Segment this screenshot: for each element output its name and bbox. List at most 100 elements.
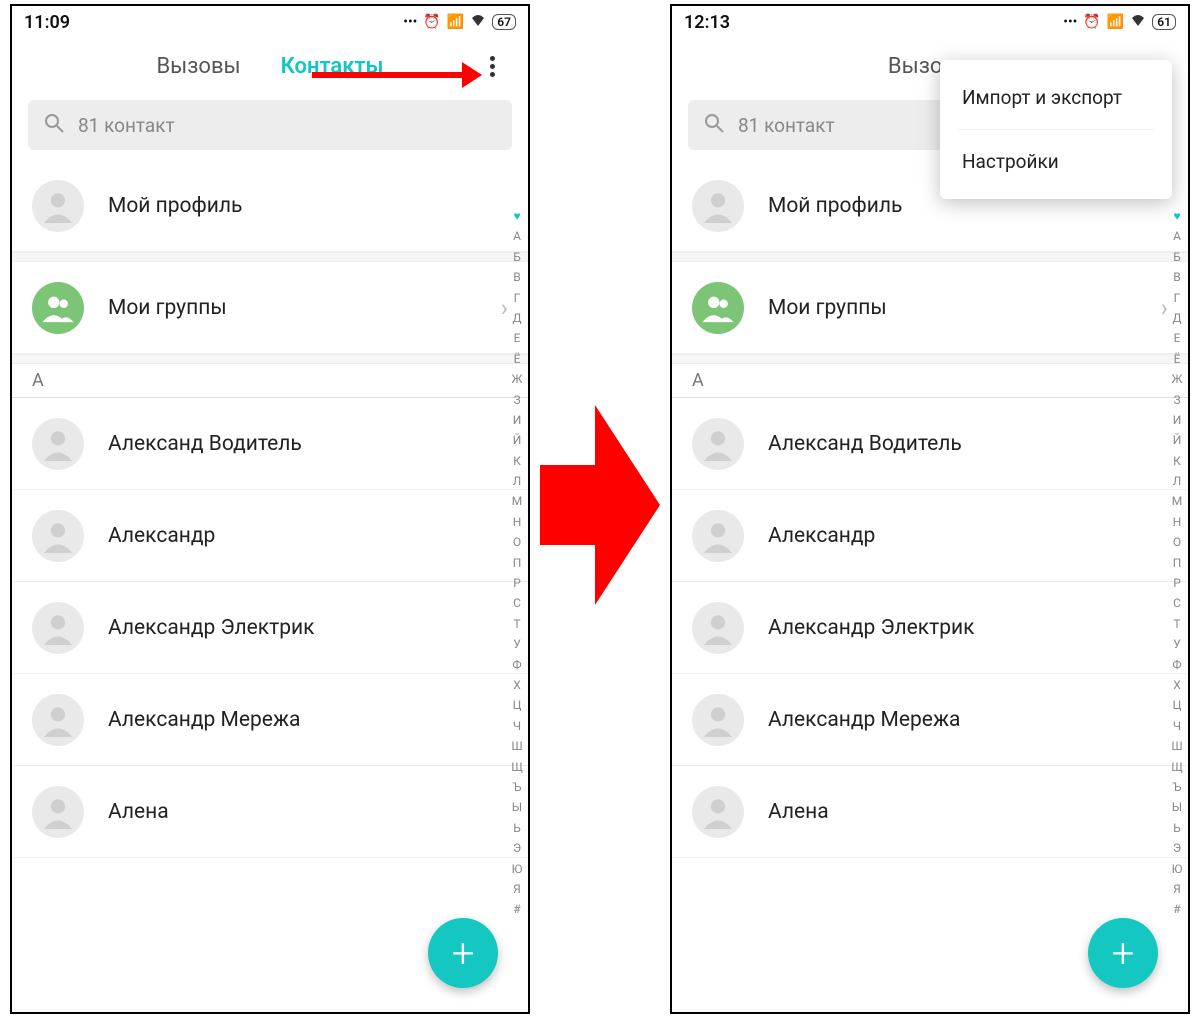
index-letter[interactable]: Х (513, 675, 521, 695)
index-letter[interactable]: М (1172, 491, 1182, 511)
index-letter[interactable]: Ш (511, 736, 522, 756)
heart-icon: ♥ (1173, 206, 1180, 226)
index-letter[interactable]: Ф (1172, 655, 1181, 675)
index-letter[interactable]: Л (1173, 471, 1182, 491)
index-letter[interactable]: В (513, 267, 520, 287)
index-letter[interactable]: Р (513, 573, 521, 593)
contact-row[interactable]: Алена (12, 766, 528, 858)
index-letter[interactable]: Ч (1173, 716, 1181, 736)
my-groups-row[interactable]: Мои группы › (672, 262, 1188, 354)
index-letter[interactable]: З (513, 390, 520, 410)
index-letter[interactable]: А (513, 226, 521, 246)
index-letter[interactable]: Ц (513, 695, 522, 715)
index-letter[interactable]: Ь (513, 818, 521, 838)
plus-icon: + (452, 930, 475, 977)
index-letter[interactable]: К (513, 451, 521, 471)
index-letter[interactable]: К (1173, 451, 1181, 471)
my-groups-row[interactable]: Мои группы › (12, 262, 528, 354)
index-letter[interactable]: Й (1173, 430, 1182, 450)
index-letter[interactable]: Н (513, 512, 522, 532)
index-letter[interactable]: П (513, 553, 522, 573)
index-letter[interactable]: Ф (512, 655, 521, 675)
contact-row[interactable]: Александр (12, 490, 528, 582)
index-letter[interactable]: Р (1173, 573, 1181, 593)
index-letter[interactable]: У (1173, 634, 1181, 654)
menu-import-export[interactable]: Импорт и экспорт (940, 66, 1172, 129)
index-letter[interactable]: Ч (513, 716, 521, 736)
menu-settings[interactable]: Настройки (940, 130, 1172, 193)
index-letter[interactable]: М (512, 491, 522, 511)
index-letter[interactable]: Г (1174, 288, 1181, 308)
battery-indicator: 67 (492, 14, 516, 30)
index-letter[interactable]: Щ (1171, 757, 1183, 777)
contact-row[interactable]: Александр Мережа (12, 674, 528, 766)
index-letter[interactable]: О (1173, 532, 1181, 552)
index-letter[interactable]: Ж (1172, 369, 1183, 389)
index-letter[interactable]: Х (1173, 675, 1181, 695)
index-letter[interactable]: Э (513, 838, 521, 858)
index-letter[interactable]: Ь (1173, 818, 1181, 838)
index-letter[interactable]: Щ (511, 757, 523, 777)
avatar-icon (692, 180, 744, 232)
index-letter[interactable]: Ъ (512, 777, 521, 797)
index-letter[interactable]: И (1173, 410, 1182, 430)
contact-row[interactable]: Александр (672, 490, 1188, 582)
contact-row[interactable]: Александр Электрик (672, 582, 1188, 674)
index-letter[interactable]: Ё (514, 349, 521, 369)
index-letter[interactable]: О (513, 532, 521, 552)
tab-calls[interactable]: Вызовы (156, 54, 240, 79)
index-letter[interactable]: С (1173, 593, 1181, 613)
index-letter[interactable]: Ъ (1172, 777, 1181, 797)
index-letter[interactable]: Ц (1173, 695, 1182, 715)
contact-row[interactable]: Александ Водитель (672, 398, 1188, 490)
index-letter[interactable]: В (1173, 267, 1180, 287)
index-letter[interactable]: Т (1173, 614, 1180, 634)
index-rail[interactable]: ♥ АБВГДЕЁЖЗИЙКЛМНОПРСТУФХЦЧШЩЪЫЬЭЮЯ# (1170, 206, 1184, 920)
index-letter[interactable]: Е (1174, 328, 1181, 348)
contact-name: Александр Электрик (768, 616, 974, 640)
index-letter[interactable]: Г (514, 288, 521, 308)
add-contact-fab[interactable]: + (428, 918, 498, 988)
index-letter[interactable]: Е (514, 328, 521, 348)
index-letter[interactable]: Н (1173, 512, 1182, 532)
index-letter[interactable]: Ш (1171, 736, 1182, 756)
index-letter[interactable]: Б (513, 247, 521, 267)
index-letter[interactable]: Д (1172, 308, 1181, 328)
index-letter[interactable]: # (513, 899, 520, 919)
contact-row[interactable]: Алена (672, 766, 1188, 858)
my-profile-row[interactable]: Мой профиль (12, 160, 528, 252)
index-letter[interactable]: З (1173, 390, 1180, 410)
index-letter[interactable]: Б (1173, 247, 1181, 267)
index-letter[interactable]: Ы (512, 797, 522, 817)
index-letter[interactable]: Я (513, 879, 521, 899)
index-rail[interactable]: ♥ АБВГДЕЁЖЗИЙКЛМНОПРСТУФХЦЧШЩЪЫЬЭЮЯ# (510, 206, 524, 920)
index-letter[interactable]: У (513, 634, 521, 654)
index-letter[interactable]: А (1173, 226, 1181, 246)
search-bar[interactable]: 81 контакт (28, 100, 512, 150)
phone-left: 11:09 ••• ⏰ 📶 67 Вызовы Контакты 81 конт… (10, 4, 530, 1014)
index-letter[interactable]: Э (1173, 838, 1181, 858)
index-letter[interactable]: Ю (512, 859, 523, 879)
index-letter[interactable]: Ы (1172, 797, 1182, 817)
contact-row[interactable]: Александ Водитель (12, 398, 528, 490)
spacer (672, 252, 1188, 262)
my-groups-label: Мои группы (768, 296, 887, 320)
avatar-icon (32, 418, 84, 470)
index-letter[interactable]: Л (513, 471, 522, 491)
index-letter[interactable]: Т (513, 614, 520, 634)
index-letter[interactable]: П (1173, 553, 1182, 573)
overflow-menu-button[interactable] (480, 54, 504, 78)
contact-row[interactable]: Александр Электрик (12, 582, 528, 674)
contact-row[interactable]: Александр Мережа (672, 674, 1188, 766)
index-letter[interactable]: Ж (512, 369, 523, 389)
index-letter[interactable]: Ю (1172, 859, 1183, 879)
chevron-right-icon: › (501, 294, 508, 322)
index-letter[interactable]: # (1173, 899, 1180, 919)
index-letter[interactable]: Ё (1174, 349, 1181, 369)
index-letter[interactable]: Й (513, 430, 522, 450)
index-letter[interactable]: И (513, 410, 522, 430)
index-letter[interactable]: С (513, 593, 521, 613)
add-contact-fab[interactable]: + (1088, 918, 1158, 988)
index-letter[interactable]: Д (512, 308, 521, 328)
index-letter[interactable]: Я (1173, 879, 1181, 899)
